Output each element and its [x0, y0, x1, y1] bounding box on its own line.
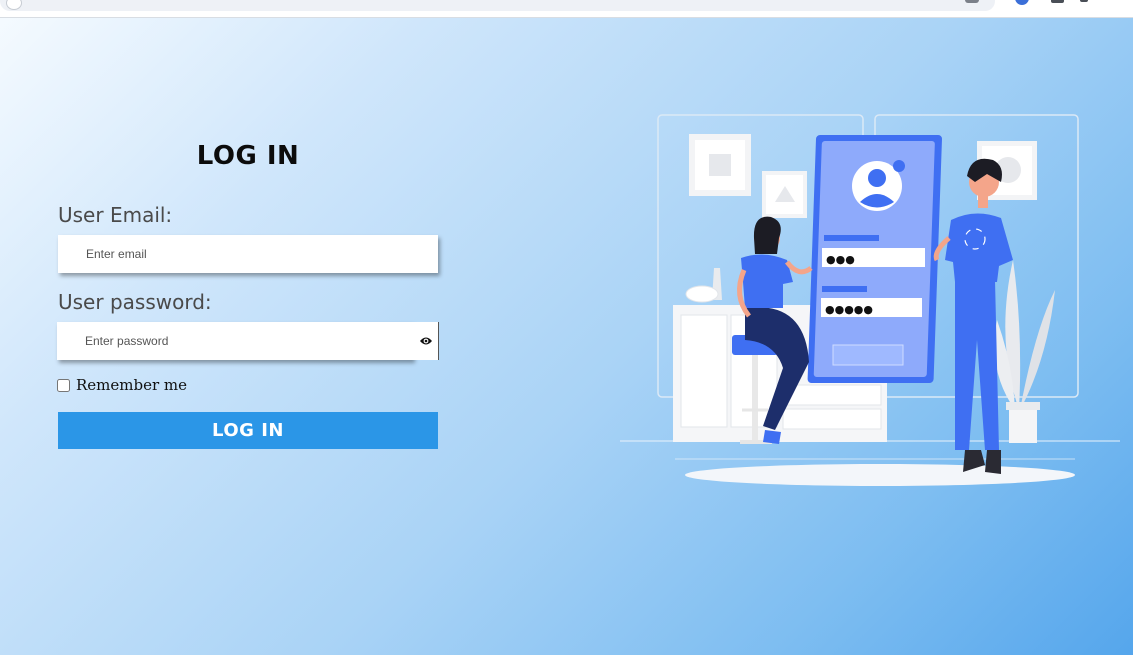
password-dots-short: ●●●: [826, 253, 855, 266]
site-info-icon[interactable]: [6, 0, 22, 10]
remember-me-row[interactable]: Remember me: [57, 376, 187, 394]
remember-me-label: Remember me: [76, 376, 188, 394]
address-bar[interactable]: [0, 0, 995, 11]
email-field[interactable]: [58, 235, 438, 273]
show-password-button[interactable]: [413, 322, 439, 360]
page-title: LOG IN: [196, 141, 300, 171]
eye-icon: [419, 337, 432, 345]
tab-search-icon[interactable]: [1051, 0, 1064, 3]
password-dots-long: ●●●●●: [825, 303, 873, 316]
menu-icon[interactable]: [1080, 0, 1088, 2]
login-button[interactable]: LOG IN: [58, 412, 438, 449]
password-label: User password:: [58, 290, 212, 314]
profile-icon[interactable]: [1015, 0, 1029, 5]
login-illustration: ●●● ●●●●●: [620, 114, 1120, 486]
remember-me-checkbox[interactable]: [57, 378, 70, 392]
email-label: User Email:: [58, 203, 173, 227]
password-field[interactable]: [57, 322, 413, 360]
password-key-icon[interactable]: [965, 0, 979, 3]
browser-toolbar: [0, 0, 1133, 18]
